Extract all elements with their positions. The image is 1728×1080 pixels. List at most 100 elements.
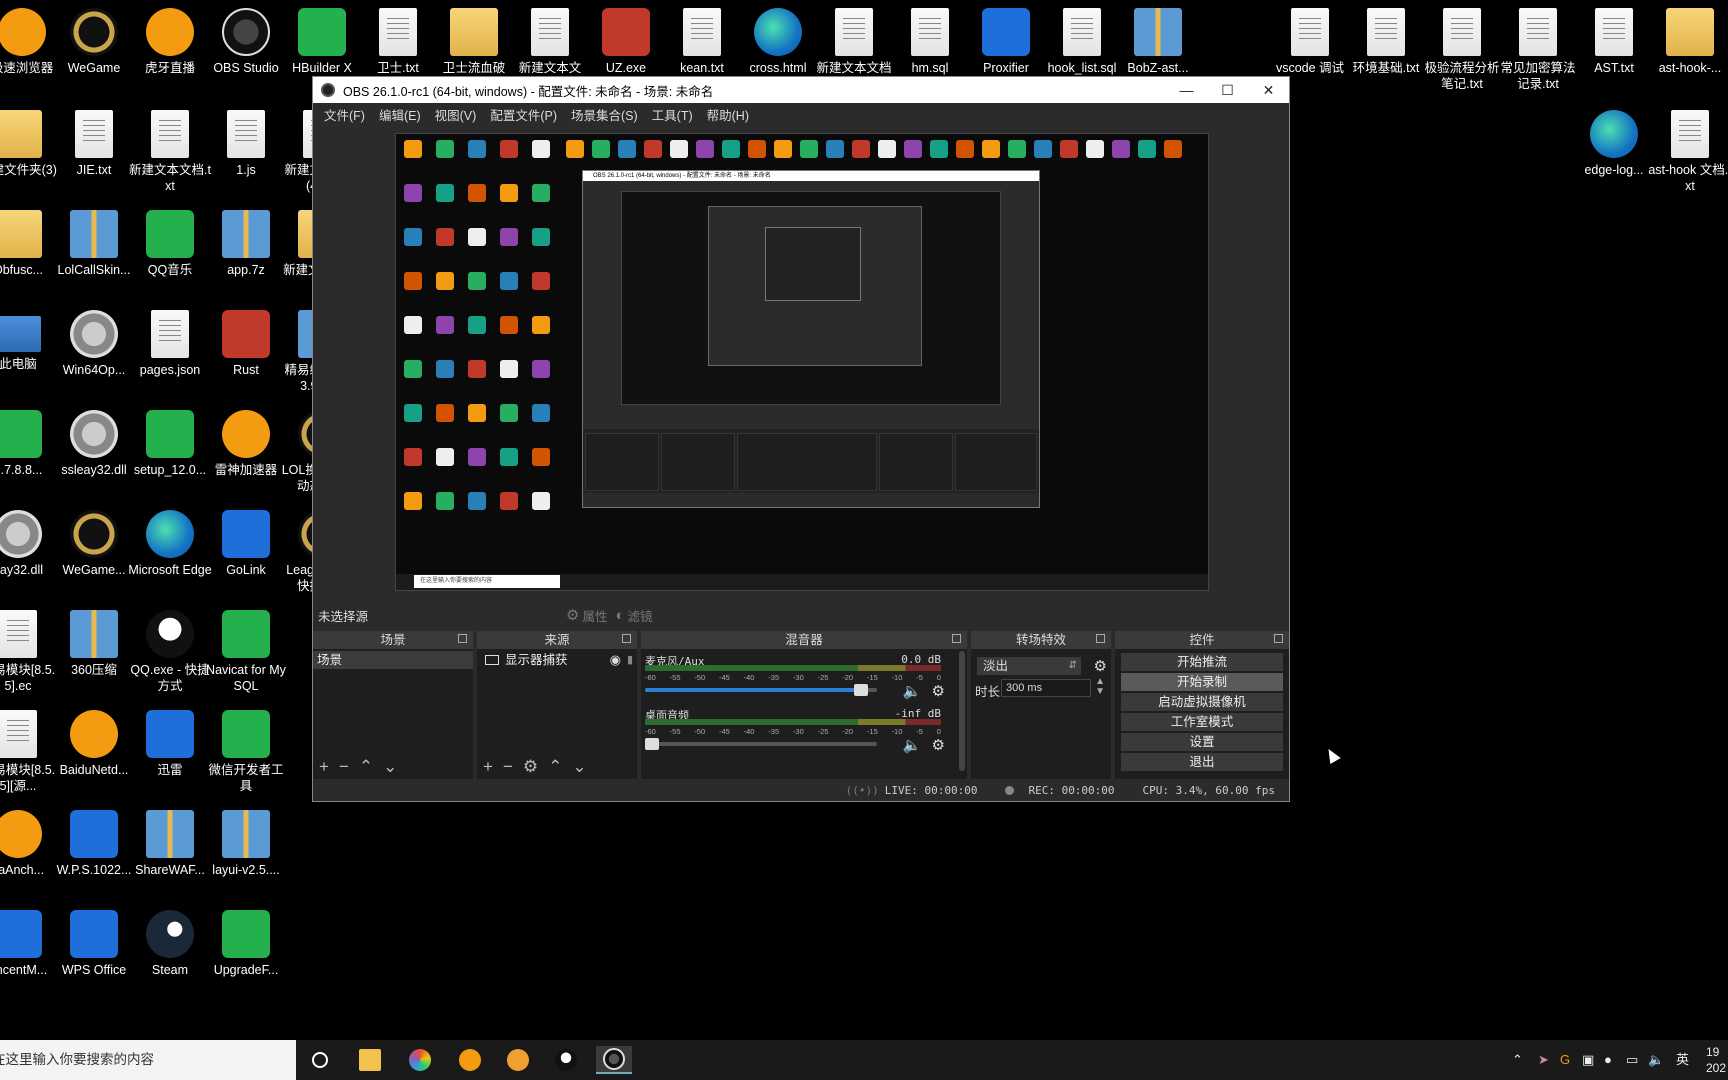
desktop-icon[interactable]: UpgradeF... bbox=[204, 910, 288, 978]
settings-button[interactable]: 设置 bbox=[1121, 733, 1283, 751]
desktop-icon[interactable]: kean.txt bbox=[660, 8, 744, 76]
desktop-icon[interactable]: OBS Studio bbox=[204, 8, 288, 76]
desktop-icon[interactable]: hm.sql bbox=[888, 8, 972, 76]
remove-scene-button[interactable]: − bbox=[339, 757, 349, 777]
tray-network-icon[interactable]: ▣ bbox=[1582, 1040, 1594, 1080]
taskbar-search-input[interactable]: 在这里输入你要搜索的内容 bbox=[0, 1040, 296, 1080]
transition-gear-icon[interactable]: ⚙ bbox=[1094, 657, 1107, 675]
desktop-icon[interactable]: Obfusc... bbox=[0, 210, 60, 278]
desktop-icon[interactable]: QQ.exe - 快捷方式 bbox=[128, 610, 212, 694]
close-button[interactable]: ✕ bbox=[1248, 77, 1289, 103]
studio-mode-button[interactable]: 工作室模式 bbox=[1121, 713, 1283, 731]
menu-tools[interactable]: 工具(T) bbox=[652, 105, 693, 124]
desktop-icon[interactable]: 虎牙直播 bbox=[128, 8, 212, 76]
duration-input[interactable]: 300 ms bbox=[1001, 679, 1091, 697]
desktop-icon[interactable]: 新建文本文档.txt bbox=[128, 110, 212, 194]
desktop-icon[interactable]: 360压缩 bbox=[52, 610, 136, 678]
exit-button[interactable]: 退出 bbox=[1121, 753, 1283, 771]
desktop-icon[interactable]: cross.html bbox=[736, 8, 820, 76]
gear-icon[interactable]: ⚙ bbox=[932, 736, 945, 754]
desktop-icon[interactable]: 精易模块[8.5.5][源... bbox=[0, 710, 60, 794]
title-bar[interactable]: OBS 26.1.0-rc1 (64-bit, windows) - 配置文件:… bbox=[313, 77, 1289, 103]
filters-button[interactable]: ◐ 滤镜 bbox=[615, 606, 652, 625]
desktop-icon[interactable]: eay32.dll bbox=[0, 510, 60, 578]
desktop-icon[interactable]: WeGame bbox=[52, 8, 136, 76]
remove-source-button[interactable]: − bbox=[503, 757, 513, 777]
desktop-icon[interactable]: 常见加密算法记录.txt bbox=[1496, 8, 1580, 92]
scene-item[interactable]: 场景 bbox=[313, 651, 473, 669]
browser-icon[interactable] bbox=[402, 1046, 438, 1074]
desktop-icon[interactable]: WeGame... bbox=[52, 510, 136, 578]
desktop-icon[interactable]: Rust bbox=[204, 310, 288, 378]
undock-icon[interactable] bbox=[458, 634, 467, 643]
source-item[interactable]: 显示器捕获 ◉ ▮ bbox=[477, 651, 637, 669]
undock-icon[interactable] bbox=[1096, 634, 1105, 643]
desktop-icon[interactable]: Steam bbox=[128, 910, 212, 978]
desktop-icon[interactable]: 此电脑 bbox=[0, 310, 60, 372]
desktop-icon[interactable]: ast-hook 文档.txt bbox=[1648, 110, 1728, 194]
move-source-up-button[interactable]: ⌃ bbox=[548, 757, 562, 777]
undock-icon[interactable] bbox=[952, 634, 961, 643]
desktop-icon[interactable]: 新建文件夹(3) bbox=[0, 110, 60, 178]
cortana-circle-icon[interactable] bbox=[302, 1046, 338, 1074]
move-scene-down-button[interactable]: ⌄ bbox=[383, 757, 397, 777]
volume-fader[interactable] bbox=[645, 684, 877, 696]
desktop-icon[interactable]: ssleay32.dll bbox=[52, 410, 136, 478]
desktop-icon[interactable]: edge-log... bbox=[1572, 110, 1656, 178]
desktop-icon[interactable]: 新建文本文档 bbox=[812, 8, 896, 76]
tray-expand-icon[interactable]: ⌃ bbox=[1512, 1040, 1523, 1080]
desktop-icon[interactable]: HBuilder X bbox=[280, 8, 364, 76]
desktop-icon[interactable]: yaAnch... bbox=[0, 810, 60, 878]
move-scene-up-button[interactable]: ⌃ bbox=[359, 757, 373, 777]
volume-fader[interactable] bbox=[645, 738, 877, 750]
desktop-icon[interactable]: vscode 调试 bbox=[1268, 8, 1352, 76]
desktop-icon[interactable]: p.7.8.8... bbox=[0, 410, 60, 478]
menu-file[interactable]: 文件(F) bbox=[324, 105, 365, 124]
tray-app-icon[interactable]: ➤ bbox=[1538, 1040, 1549, 1080]
move-source-down-button[interactable]: ⌄ bbox=[572, 757, 586, 777]
desktop-icon[interactable]: Win64Op... bbox=[52, 310, 136, 378]
start-recording-button[interactable]: 开始录制 bbox=[1121, 673, 1283, 691]
desktop-icon[interactable]: W.P.S.1022... bbox=[52, 810, 136, 878]
menu-scene-collection[interactable]: 场景集合(S) bbox=[571, 105, 638, 124]
tray-volume-icon[interactable]: 🔈 bbox=[1648, 1040, 1664, 1080]
desktop-icon[interactable]: app.7z bbox=[204, 210, 288, 278]
desktop-icon[interactable]: encentM... bbox=[0, 910, 60, 978]
tray-steam-icon[interactable]: ● bbox=[1604, 1040, 1612, 1080]
desktop-icon[interactable]: BobZ-ast... bbox=[1116, 8, 1200, 76]
properties-button[interactable]: ⚙ 属性 bbox=[566, 606, 607, 625]
maximize-button[interactable]: ☐ bbox=[1207, 77, 1248, 103]
file-explorer-icon[interactable] bbox=[352, 1046, 388, 1074]
menu-edit[interactable]: 编辑(E) bbox=[379, 105, 421, 124]
desktop-icon[interactable]: BaiduNetd... bbox=[52, 710, 136, 778]
duration-spin-icon[interactable]: ▲ ▼ bbox=[1095, 677, 1105, 697]
desktop-icon[interactable]: GoLink bbox=[204, 510, 288, 578]
minimize-button[interactable]: — bbox=[1166, 77, 1207, 103]
desktop-icon[interactable]: 环境基础.txt bbox=[1344, 8, 1428, 76]
undock-icon[interactable] bbox=[622, 634, 631, 643]
start-virtual-camera-button[interactable]: 启动虚拟摄像机 bbox=[1121, 693, 1283, 711]
desktop-icon[interactable]: 雷神加速器 bbox=[204, 410, 288, 478]
desktop-icon[interactable]: hook_list.sql bbox=[1040, 8, 1124, 76]
tray-monitor-icon[interactable]: ▭ bbox=[1626, 1040, 1638, 1080]
desktop-icon[interactable]: 迅雷 bbox=[128, 710, 212, 778]
huya-icon[interactable] bbox=[500, 1046, 536, 1074]
clock[interactable]: 19 202 bbox=[1706, 1040, 1726, 1080]
qq-icon[interactable] bbox=[548, 1046, 584, 1074]
menu-help[interactable]: 帮助(H) bbox=[707, 105, 749, 124]
desktop-icon[interactable]: JIE.txt bbox=[52, 110, 136, 178]
menu-profile[interactable]: 配置文件(P) bbox=[490, 105, 557, 124]
tray-g-icon[interactable]: G bbox=[1560, 1040, 1570, 1080]
desktop-icon[interactable]: Microsoft Edge bbox=[128, 510, 212, 578]
add-scene-button[interactable]: + bbox=[319, 757, 329, 777]
desktop-icon[interactable]: 极验流程分析笔记.txt bbox=[1420, 8, 1504, 92]
desktop-icon[interactable]: AST.txt bbox=[1572, 8, 1656, 76]
desktop-icon[interactable]: setup_12.0... bbox=[128, 410, 212, 478]
desktop-icon[interactable]: 微信开发者工具 bbox=[204, 710, 288, 794]
preview-canvas[interactable]: OBS 26.1.0-rc1 (64-bit, windows) - 配置文件:… bbox=[395, 133, 1209, 591]
desktop-icon[interactable]: pages.json bbox=[128, 310, 212, 378]
lock-icon[interactable]: ▮ bbox=[627, 651, 633, 669]
desktop-icon[interactable]: QQ音乐 bbox=[128, 210, 212, 278]
desktop-icon[interactable]: 精易模块[8.5.5].ec bbox=[0, 610, 60, 694]
desktop-icon[interactable]: WPS Office bbox=[52, 910, 136, 978]
